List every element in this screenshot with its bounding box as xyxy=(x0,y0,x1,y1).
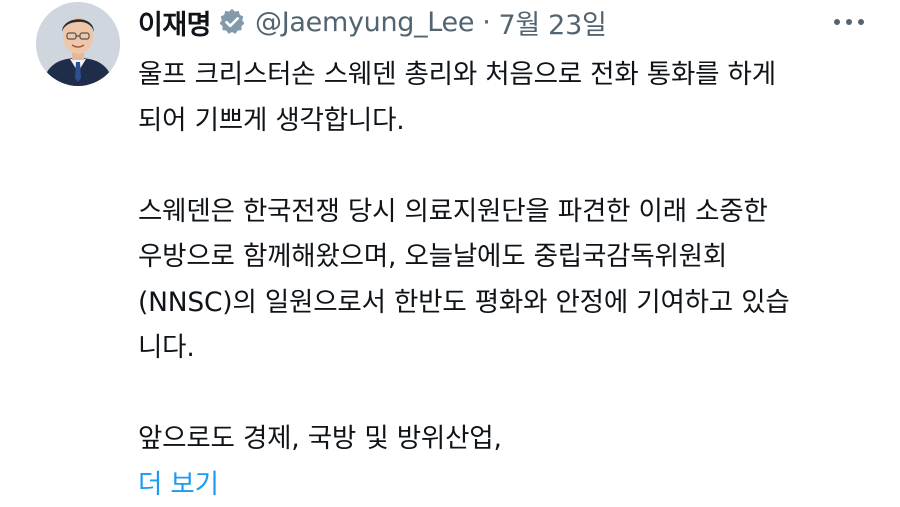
tweet-text-line: 우방으로 함께해왔으며, 오늘날에도 중립국감독위원회 xyxy=(138,234,868,280)
tweet-date[interactable]: 7월 23일 xyxy=(498,3,606,42)
tweet-text-line: 앞으로도 경제, 국방 및 방위산업, xyxy=(138,416,868,462)
tweet-text-line: (NNSC)의 일원으로서 한반도 평화와 안정에 기여하고 있습 xyxy=(138,280,868,326)
avatar-photo xyxy=(36,2,120,86)
tweet-text: 울프 크리스터손 스웨덴 총리와 처음으로 전화 통화를 하게 되어 기쁘게 생… xyxy=(138,52,868,507)
tweet[interactable]: 이재명 @Jaemyung_Lee · 7월 23일 울프 크리스터손 스웨덴 … xyxy=(0,0,900,477)
avatar[interactable] xyxy=(36,2,120,86)
tweet-text-line: 스웨덴은 한국전쟁 당시 의료지원단을 파견한 이래 소중한 xyxy=(138,189,868,235)
tweet-header: 이재명 @Jaemyung_Lee · 7월 23일 xyxy=(138,0,606,44)
tweet-text-line: 되어 기쁘게 생각합니다. xyxy=(138,98,868,144)
separator-dot: · xyxy=(482,7,490,38)
tweet-text-line: 니다. xyxy=(138,325,868,371)
author-handle[interactable]: @Jaemyung_Lee xyxy=(255,7,474,38)
verified-badge-icon xyxy=(217,7,247,37)
show-more-link[interactable]: 더 보기 xyxy=(138,462,868,507)
author-display-name[interactable]: 이재명 xyxy=(138,3,211,42)
more-options-icon[interactable] xyxy=(834,10,864,34)
tweet-text-line: 울프 크리스터손 스웨덴 총리와 처음으로 전화 통화를 하게 xyxy=(138,52,868,98)
